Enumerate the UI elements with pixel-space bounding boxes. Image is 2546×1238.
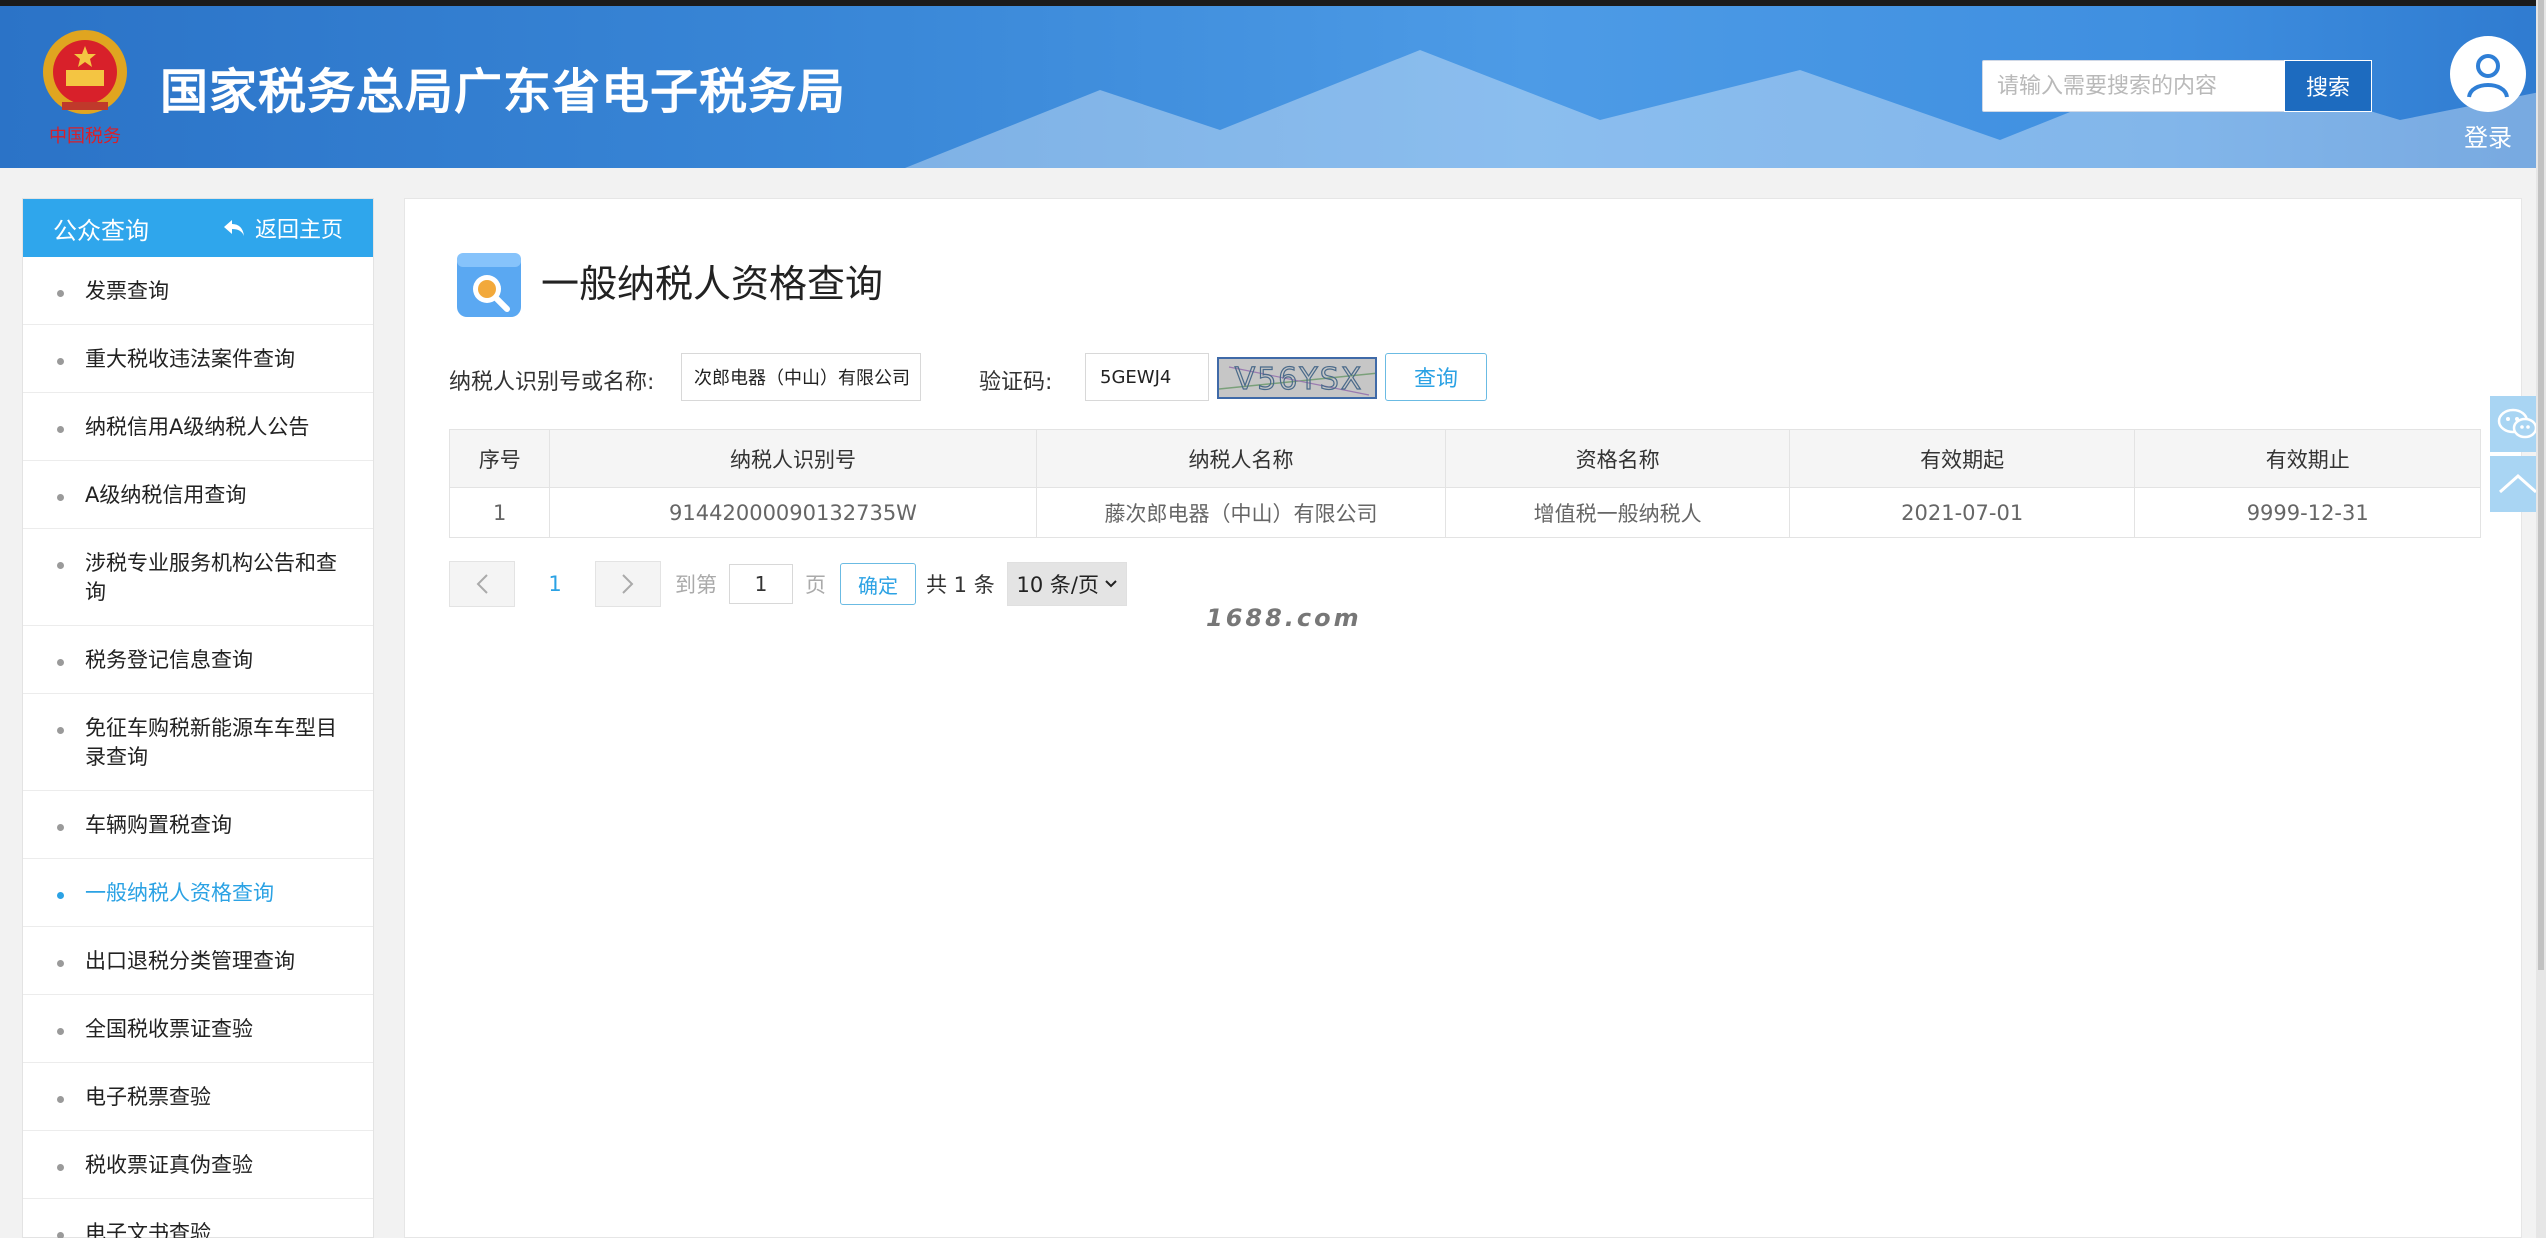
back-to-top-icon[interactable]	[2498, 472, 2538, 496]
column-header: 有效期止	[2134, 429, 2481, 488]
back-home-link[interactable]: 返回主页	[223, 212, 343, 244]
captcha-image[interactable]: V56YSX	[1217, 357, 1377, 399]
page-unit-label: 页	[805, 573, 826, 597]
page-title: 一般纳税人资格查询	[541, 262, 884, 306]
total-count: 共 1 条	[926, 573, 995, 597]
sidebar-item-e-document[interactable]: 电子文书查验	[23, 1199, 373, 1238]
login-label[interactable]: 登录	[2450, 118, 2526, 153]
result-table: 序号 纳税人识别号 纳税人名称 资格名称 有效期起 有效期止 1 9144200…	[448, 429, 2481, 538]
table-row: 1 91442000090132735W 藤次郎电器（中山）有限公司 增值税一般…	[448, 487, 2481, 538]
emblem-icon: 中国税务	[36, 24, 134, 152]
sidebar-item-invoice-query[interactable]: 发票查询	[23, 257, 373, 325]
scrollbar-thumb[interactable]	[2538, 0, 2544, 970]
taxpayer-label: 纳税人识别号或名称:	[449, 370, 655, 395]
sidebar-item-a-level-query[interactable]: A级纳税信用查询	[23, 461, 373, 529]
chevron-right-icon[interactable]	[621, 573, 635, 595]
back-arrow-icon[interactable]	[223, 218, 245, 238]
taxpayer-input[interactable]	[681, 353, 921, 401]
main-panel: 一般纳税人资格查询 纳税人识别号或名称: 验证码: V56YSX 查询 序号 纳…	[404, 198, 2522, 1238]
query-button[interactable]: 查询	[1385, 353, 1487, 401]
captcha-text: V56YSX	[1235, 362, 1364, 397]
site-search-button[interactable]: 搜索	[2284, 60, 2372, 112]
sidebar-menu: 发票查询 重大税收违法案件查询 纳税信用A级纳税人公告 A级纳税信用查询 涉税专…	[23, 257, 373, 1238]
sidebar-item-tax-agency[interactable]: 涉税专业服务机构公告和查询	[23, 529, 373, 626]
column-header: 资格名称	[1445, 429, 1790, 488]
column-header: 有效期起	[1788, 429, 2136, 488]
sidebar-header: 公众查询 返回主页	[23, 199, 373, 257]
sidebar-item-a-level-announce[interactable]: 纳税信用A级纳税人公告	[23, 393, 373, 461]
goto-label: 到第	[675, 573, 717, 597]
sidebar-item-registration[interactable]: 税务登记信息查询	[23, 626, 373, 694]
table-cell: 1	[448, 487, 551, 538]
page-size-select[interactable]: 10 条/页	[1006, 562, 1127, 606]
chevron-down-icon[interactable]	[1105, 580, 1117, 588]
sidebar-item-receipt-verify[interactable]: 税收票证真伪查验	[23, 1131, 373, 1199]
site-title: 国家税务总局广东省电子税务局	[160, 64, 847, 120]
next-page-button[interactable]	[595, 561, 661, 607]
table-cell: 9999-12-31	[2134, 487, 2481, 538]
column-header: 纳税人名称	[1035, 429, 1447, 488]
sidebar-item-general-taxpayer[interactable]: 一般纳税人资格查询	[23, 859, 373, 927]
goto-page-input[interactable]	[729, 564, 793, 604]
watermark: 1688.com	[1206, 604, 1362, 632]
table-cell: 91442000090132735W	[549, 487, 1037, 538]
chevron-left-icon[interactable]	[475, 573, 489, 595]
search-page-icon	[453, 249, 525, 321]
sidebar-item-export-refund[interactable]: 出口退税分类管理查询	[23, 927, 373, 995]
prev-page-button[interactable]	[449, 561, 515, 607]
table-cell: 藤次郎电器（中山）有限公司	[1035, 487, 1447, 538]
wechat-icon[interactable]	[2497, 407, 2539, 441]
table-cell: 2021-07-01	[1788, 487, 2136, 538]
sidebar: 公众查询 返回主页 发票查询 重大税收违法案件查询 纳税信用A级纳税人公告 A级…	[22, 198, 374, 1238]
sidebar-item-major-violation[interactable]: 重大税收违法案件查询	[23, 325, 373, 393]
sidebar-title: 公众查询	[53, 216, 149, 245]
sidebar-item-vehicle-tax[interactable]: 车辆购置税查询	[23, 791, 373, 859]
pagination: 1 到第 页 确定 共 1 条 10 条/页	[449, 561, 1127, 607]
captcha-label: 验证码:	[979, 370, 1053, 395]
sidebar-item-e-tax-ticket[interactable]: 电子税票查验	[23, 1063, 373, 1131]
table-cell: 增值税一般纳税人	[1445, 487, 1790, 538]
column-header: 序号	[448, 429, 551, 488]
emblem-caption: 中国税务	[49, 126, 121, 147]
current-page[interactable]: 1	[515, 572, 595, 596]
back-home-label[interactable]: 返回主页	[255, 212, 343, 244]
site-header: 中国税务 国家税务总局广东省电子税务局 搜索 登录	[0, 0, 2546, 168]
page-size-value[interactable]: 10 条/页	[1016, 569, 1098, 599]
column-header: 纳税人识别号	[549, 429, 1037, 488]
sidebar-item-new-energy[interactable]: 免征车购税新能源车车型目录查询	[23, 694, 373, 791]
user-icon[interactable]	[2450, 36, 2526, 112]
table-header-row: 序号 纳税人识别号 纳税人名称 资格名称 有效期起 有效期止	[448, 429, 2481, 488]
goto-confirm-button[interactable]: 确定	[840, 563, 916, 605]
sidebar-item-tax-receipt[interactable]: 全国税收票证查验	[23, 995, 373, 1063]
captcha-input[interactable]	[1085, 353, 1209, 401]
login-button[interactable]: 登录	[2450, 36, 2526, 153]
